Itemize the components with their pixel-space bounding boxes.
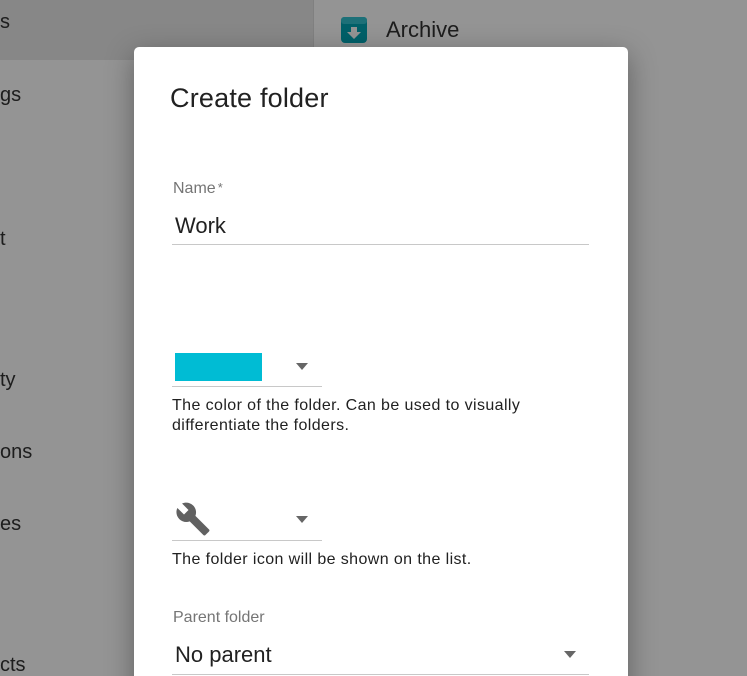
color-helper-text: The color of the folder. Can be used to … <box>172 397 521 434</box>
folder-name-input[interactable] <box>172 207 589 245</box>
parent-folder-value: No parent <box>175 642 272 667</box>
name-label-text: Name <box>173 180 216 197</box>
chevron-down-icon <box>564 651 576 658</box>
folder-icon-select[interactable] <box>172 497 322 541</box>
parent-folder-label: Parent folder <box>173 609 265 626</box>
chevron-down-icon <box>296 363 308 370</box>
dialog-title: Create folder <box>170 83 329 113</box>
parent-folder-select[interactable]: No parent <box>172 637 589 675</box>
chevron-down-icon <box>296 516 308 523</box>
create-folder-dialog: Create folder Name* The color of the fol… <box>134 47 628 676</box>
selected-color-swatch <box>175 353 262 381</box>
name-field-label: Name * <box>173 180 223 198</box>
icon-helper-text: The folder icon will be shown on the lis… <box>172 551 472 568</box>
required-mark: * <box>217 180 223 195</box>
wrench-icon <box>176 502 210 536</box>
folder-color-select[interactable] <box>172 347 322 387</box>
